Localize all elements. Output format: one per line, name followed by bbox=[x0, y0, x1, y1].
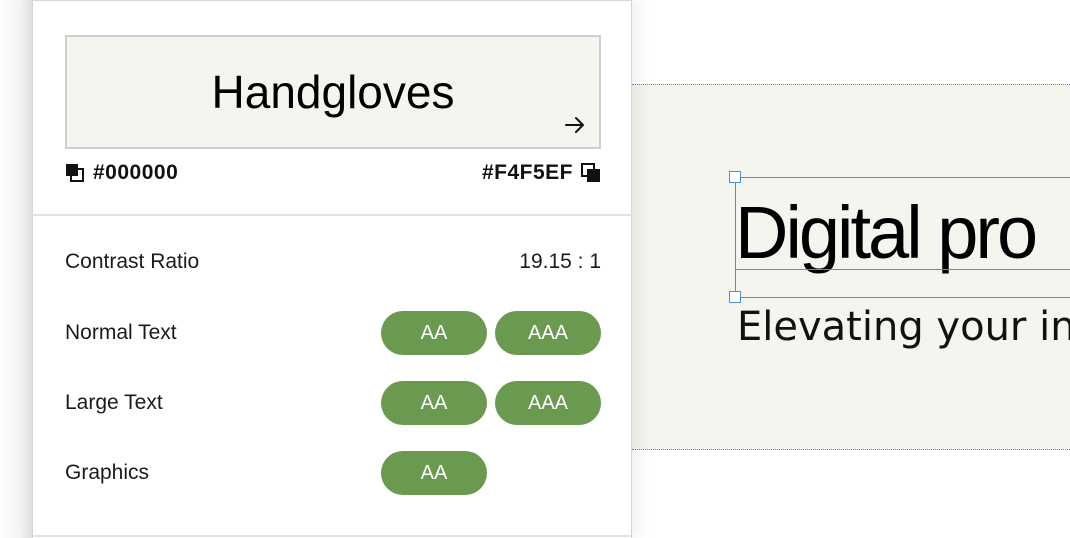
background-hex-value: #F4F5EF bbox=[481, 161, 573, 184]
large-text-row: Large Text AA AAA bbox=[65, 381, 601, 425]
graphics-aa-badge: AA bbox=[381, 451, 487, 495]
section-divider-bottom bbox=[33, 535, 631, 537]
resize-handle-bottom-left[interactable] bbox=[729, 291, 741, 303]
normal-text-row: Normal Text AA AAA bbox=[65, 311, 601, 355]
baseline-guide bbox=[735, 269, 1070, 270]
resize-handle-top-left[interactable] bbox=[729, 171, 741, 183]
app-root: Digital pro Elevating your in Handgloves… bbox=[0, 0, 1070, 538]
large-text-aa-badge: AA bbox=[381, 381, 487, 425]
panel-backdrop bbox=[0, 0, 32, 538]
background-swatch-icon bbox=[581, 163, 600, 182]
preview-sample-text: Handgloves bbox=[211, 66, 455, 118]
large-text-label: Large Text bbox=[65, 391, 163, 414]
contrast-checker-panel: Handgloves #000000 #F4F5EF Contrast Rati… bbox=[32, 0, 632, 538]
graphics-row: Graphics AA bbox=[65, 451, 601, 495]
large-text-aaa-badge: AAA bbox=[495, 381, 601, 425]
normal-text-aaa-badge: AAA bbox=[495, 311, 601, 355]
contrast-preview: Handgloves bbox=[65, 35, 601, 149]
color-values-row: #000000 #F4F5EF bbox=[65, 159, 601, 187]
normal-text-label: Normal Text bbox=[65, 321, 177, 344]
foreground-color-picker[interactable]: #000000 bbox=[65, 159, 178, 187]
contrast-ratio-value: 19.15 : 1 bbox=[519, 250, 601, 273]
graphics-label: Graphics bbox=[65, 461, 150, 484]
section-divider bbox=[33, 214, 631, 216]
arrow-right-icon[interactable] bbox=[563, 113, 587, 137]
foreground-hex-value: #000000 bbox=[93, 161, 179, 184]
selection-outline bbox=[735, 177, 1070, 298]
contrast-ratio-label: Contrast Ratio bbox=[65, 250, 200, 273]
canvas-subheading-text[interactable]: Elevating your in bbox=[737, 307, 1070, 347]
foreground-swatch-icon bbox=[66, 164, 84, 182]
contrast-ratio-row: Contrast Ratio 19.15 : 1 bbox=[65, 240, 601, 284]
background-color-picker[interactable]: #F4F5EF bbox=[482, 159, 601, 187]
normal-text-aa-badge: AA bbox=[381, 311, 487, 355]
